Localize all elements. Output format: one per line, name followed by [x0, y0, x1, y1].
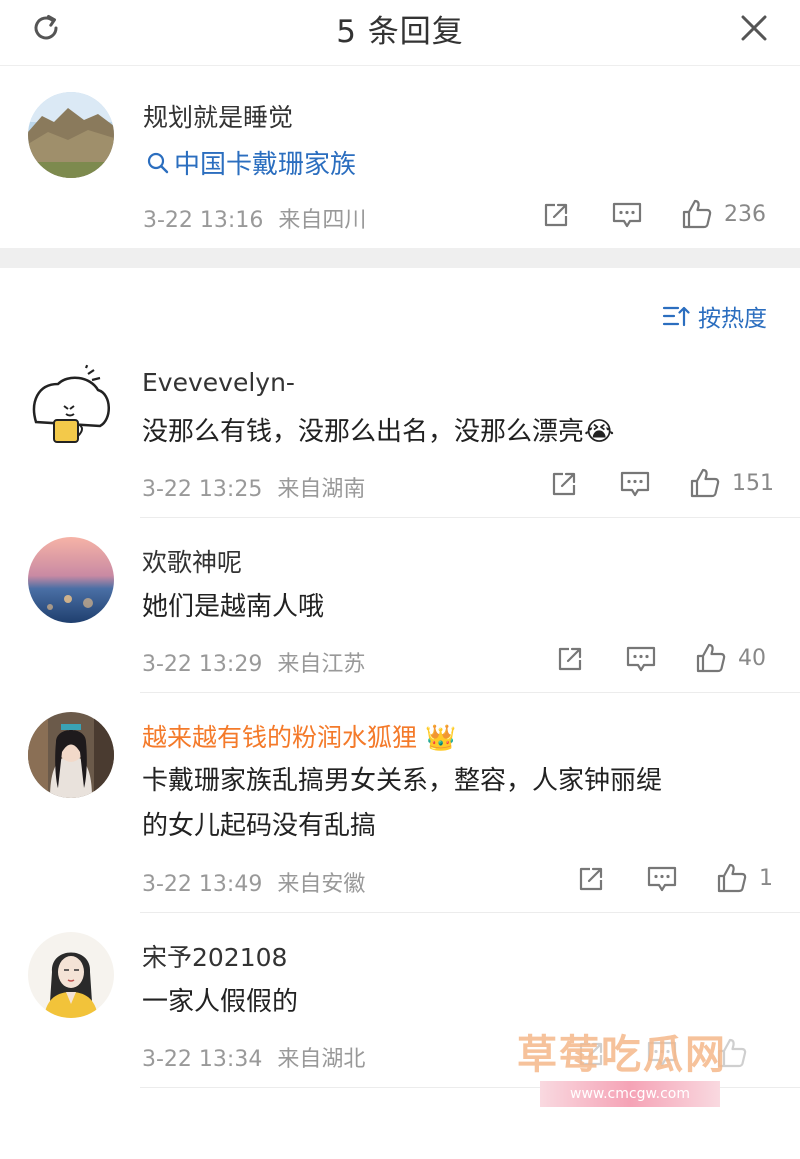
comment-text: 没那么有钱，没那么出名，没那么漂亮😭: [142, 410, 614, 454]
comment-button[interactable]: [610, 199, 644, 231]
comment-meta: 3-22 13:16 来自四川: [143, 202, 366, 234]
comment-body: 她们是越南人哦: [142, 592, 325, 622]
timestamp: 3-22 13:25: [142, 477, 263, 502]
comment-username[interactable]: 欢歌神呢: [142, 543, 242, 579]
divider: [140, 517, 800, 518]
thumbs-up-icon: [682, 199, 712, 229]
comment-button[interactable]: [624, 643, 658, 675]
comment-icon: [647, 866, 677, 892]
comment-username[interactable]: Evevevelyn-: [142, 368, 295, 397]
section-divider: [0, 248, 800, 268]
location: 来自安徽: [277, 872, 366, 897]
topic-link[interactable]: 中国卡戴珊家族: [146, 144, 356, 181]
divider: [140, 692, 800, 693]
avatar[interactable]: [28, 362, 114, 448]
share-button[interactable]: [540, 199, 572, 231]
location: 来自湖北: [277, 1047, 366, 1072]
comment-username-vip[interactable]: 越来越有钱的粉润水狐狸 👑: [142, 718, 456, 754]
watermark-url: www.cmcgw.com: [540, 1081, 720, 1107]
comment-meta: 3-22 13:25 来自湖南: [142, 471, 365, 503]
comment-icon: [626, 646, 656, 672]
crying-emoji-icon: 😭: [584, 417, 615, 447]
comment-body: 没那么有钱，没那么出名，没那么漂亮: [142, 417, 585, 447]
like-count: 1: [759, 865, 773, 891]
header: 5 条回复: [0, 0, 800, 66]
share-button[interactable]: [548, 468, 580, 500]
thumbs-up-icon: [690, 468, 720, 498]
share-button[interactable]: [554, 643, 586, 675]
illustrated-girl-avatar-image: [28, 932, 114, 1018]
sunset-avatar-image: [28, 537, 114, 623]
thumbs-up-icon: [696, 643, 726, 673]
timestamp: 3-22 13:29: [142, 652, 263, 677]
sort-label: 按热度: [698, 306, 767, 332]
comment-icon: [612, 202, 642, 228]
close-button[interactable]: [734, 8, 774, 48]
share-icon: [579, 867, 603, 891]
like-count: 236: [724, 201, 766, 227]
avatar[interactable]: [28, 932, 114, 1018]
share-icon: [544, 203, 568, 227]
avatar[interactable]: [28, 712, 114, 798]
page-title: 5 条回复: [336, 14, 464, 50]
like-count: 151: [732, 470, 774, 496]
like-count: 40: [738, 645, 766, 671]
thumbs-up-icon: [717, 863, 747, 893]
comment-meta: 3-22 13:49 来自安徽: [142, 866, 365, 898]
portrait-avatar-image: [28, 712, 114, 798]
comment-body-line-2: 的女儿起码没有乱搞: [142, 811, 377, 841]
like-button[interactable]: 40: [694, 641, 766, 675]
like-button[interactable]: 1: [715, 861, 773, 895]
original-comment: 规划就是睡觉 中国卡戴珊家族 3-22 13:16 来自四川 236: [0, 66, 800, 248]
username-label: 越来越有钱的粉润水狐狸: [142, 723, 418, 752]
location: 来自四川: [278, 208, 367, 233]
like-button[interactable]: 151: [688, 466, 774, 500]
comment-body: 一家人假假的: [142, 987, 299, 1017]
comment-meta: 3-22 13:29 来自江苏: [142, 646, 365, 678]
timestamp: 3-22 13:16: [143, 208, 264, 233]
watermark-text: 草莓吃瓜网: [517, 1032, 727, 1078]
comment-username[interactable]: 宋予202108: [142, 938, 287, 974]
comment-body-line-1: 卡戴珊家族乱搞男女关系，整容，人家钟丽缇: [142, 766, 663, 796]
topic-label: 中国卡戴珊家族: [174, 150, 357, 180]
timestamp: 3-22 13:49: [142, 872, 263, 897]
like-button[interactable]: 236: [680, 197, 766, 231]
share-icon: [558, 647, 582, 671]
divider: [140, 912, 800, 913]
share-icon: [552, 472, 576, 496]
sort-by-hot-button[interactable]: 按热度: [662, 299, 767, 333]
close-icon: [741, 15, 767, 41]
crown-badge-icon: 👑: [424, 723, 457, 752]
location: 来自江苏: [277, 652, 366, 677]
comment-meta: 3-22 13:34 来自湖北: [142, 1041, 365, 1073]
comment-icon: [620, 471, 650, 497]
location: 来自湖南: [277, 477, 366, 502]
sort-icon: [662, 306, 690, 327]
avatar[interactable]: [28, 92, 114, 178]
timestamp: 3-22 13:34: [142, 1047, 263, 1072]
comment-username[interactable]: 规划就是睡觉: [143, 98, 293, 134]
share-button[interactable]: [575, 863, 607, 895]
cartoon-avatar-image: [32, 362, 110, 443]
comment-button[interactable]: [618, 468, 652, 500]
avatar[interactable]: [28, 537, 114, 623]
landscape-avatar-image: [28, 92, 114, 178]
comment-button[interactable]: [645, 863, 679, 895]
search-icon: [147, 152, 169, 173]
